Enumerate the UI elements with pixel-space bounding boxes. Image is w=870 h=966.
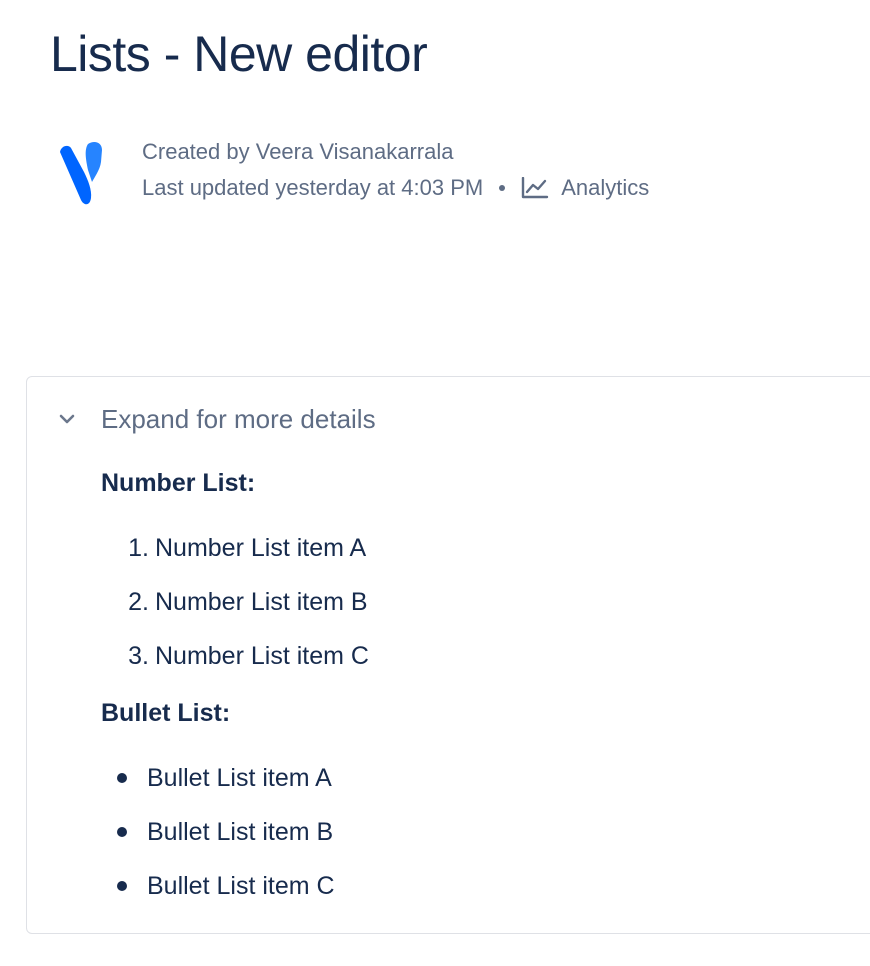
- byline-text: Created by Veera Visanakarrala Last upda…: [142, 134, 649, 206]
- list-item-text: Bullet List item A: [147, 763, 332, 792]
- expand-title: Expand for more details: [101, 403, 376, 434]
- list-item: 3. Number List item C: [101, 629, 801, 683]
- list-item: 2. Number List item B: [101, 575, 801, 629]
- last-updated-text[interactable]: Last updated yesterday at 4:03 PM: [142, 170, 483, 206]
- list-item-text: Bullet List item C: [147, 871, 335, 900]
- list-item-text: Bullet List item B: [147, 817, 334, 846]
- list-item: Bullet List item C: [101, 859, 801, 913]
- list-number: 3.: [128, 641, 149, 670]
- expand-content: Number List: 1. Number List item A 2. Nu…: [101, 465, 801, 913]
- page-title: Lists - New editor: [50, 26, 428, 82]
- list-item-text: Number List item C: [155, 641, 369, 670]
- analytics-link[interactable]: Analytics: [521, 170, 649, 206]
- expand-toggle[interactable]: Expand for more details: [55, 397, 376, 441]
- number-list-heading: Number List:: [101, 469, 256, 497]
- list-item: 1. Number List item A: [101, 521, 801, 575]
- list-item: Bullet List item B: [101, 805, 801, 859]
- expand-panel: Expand for more details Number List: 1. …: [26, 376, 870, 934]
- chevron-down-icon: [59, 414, 75, 424]
- bullet-list: Bullet List item A Bullet List item B Bu…: [101, 751, 801, 913]
- list-number: 1.: [128, 533, 149, 562]
- bullet-list-heading: Bullet List:: [101, 699, 231, 727]
- number-list: 1. Number List item A 2. Number List ite…: [101, 521, 801, 683]
- list-item: Bullet List item A: [101, 751, 801, 805]
- avatar[interactable]: [58, 138, 114, 206]
- analytics-label: Analytics: [561, 175, 650, 200]
- analytics-chart-icon: [522, 177, 549, 199]
- separator-dot: [499, 185, 506, 191]
- list-number: 2.: [128, 587, 149, 616]
- avatar-logo-icon: [60, 142, 102, 205]
- list-item-text: Number List item A: [155, 533, 367, 562]
- list-item-text: Number List item B: [155, 587, 368, 616]
- page-byline: Created by Veera Visanakarrala Last upda…: [58, 134, 818, 206]
- created-by-text: Created by Veera Visanakarrala: [142, 139, 454, 164]
